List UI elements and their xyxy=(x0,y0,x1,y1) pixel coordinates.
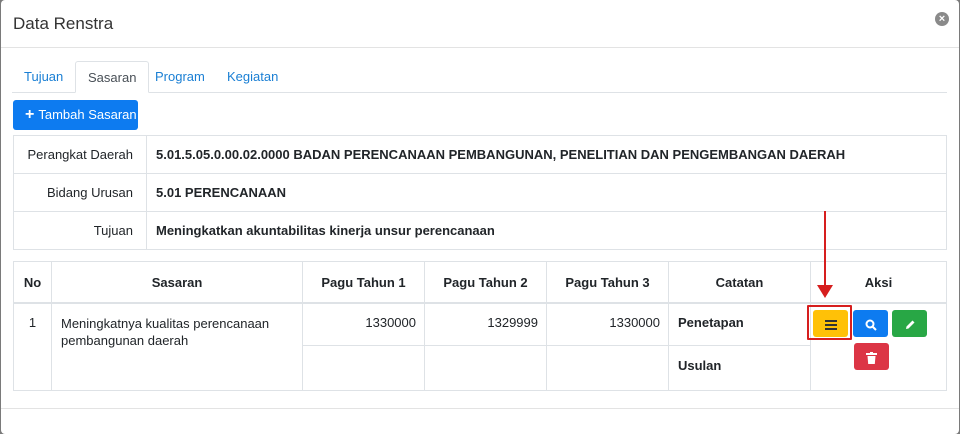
col-pagu-2: Pagu Tahun 2 xyxy=(424,261,547,304)
add-sasaran-label: Tambah Sasaran xyxy=(38,107,137,122)
col-no: No xyxy=(13,261,52,304)
info-table: Perangkat Daerah 5.01.5.05.0.00.02.0000 … xyxy=(13,135,947,250)
edit-button[interactable] xyxy=(892,310,927,337)
cell-catatan-penetapan: Penetapan xyxy=(668,302,811,346)
tujuan-value: Meningkatkan akuntabilitas kinerja unsur… xyxy=(146,211,947,250)
bidang-urusan-value: 5.01 PERENCANAAN xyxy=(146,173,947,212)
annotation-arrow-line xyxy=(824,211,826,291)
annotation-arrow-head xyxy=(817,285,833,298)
delete-button[interactable] xyxy=(854,343,889,370)
view-button[interactable] xyxy=(853,310,888,337)
tab-bar: Tujuan Sasaran Program Kegiatan xyxy=(12,61,947,93)
cell-empty xyxy=(546,344,669,391)
close-icon[interactable]: × xyxy=(935,12,949,26)
cell-pagu-3: 1330000 xyxy=(546,302,669,346)
table-header-row: No Sasaran Pagu Tahun 1 Pagu Tahun 2 Pag… xyxy=(13,261,947,304)
perangkat-daerah-value: 5.01.5.05.0.00.02.0000 BADAN PERENCANAAN… xyxy=(146,135,947,174)
trash-icon xyxy=(866,351,877,364)
cell-no: 1 xyxy=(13,302,52,391)
modal-dialog: Data Renstra × Tujuan Sasaran Program Ke… xyxy=(1,0,959,434)
bidang-urusan-label: Bidang Urusan xyxy=(13,173,147,212)
tab-sasaran[interactable]: Sasaran xyxy=(75,61,150,93)
modal-footer-divider xyxy=(1,408,959,409)
tab-program[interactable]: Program xyxy=(143,61,217,92)
tujuan-label: Tujuan xyxy=(13,211,147,250)
modal-title: Data Renstra xyxy=(13,14,114,33)
col-pagu-1: Pagu Tahun 1 xyxy=(302,261,425,304)
tab-tujuan[interactable]: Tujuan xyxy=(12,61,75,92)
annotation-highlight-box xyxy=(807,305,852,340)
cell-empty xyxy=(424,344,547,391)
modal-header: Data Renstra × xyxy=(1,0,959,48)
cell-sasaran: Meningkatnya kualitas perencanaan pemban… xyxy=(51,302,303,391)
col-catatan: Catatan xyxy=(668,261,811,304)
col-pagu-3: Pagu Tahun 3 xyxy=(546,261,669,304)
cell-catatan-usulan: Usulan xyxy=(668,344,811,391)
add-sasaran-button[interactable]: + Tambah Sasaran xyxy=(13,100,138,130)
cell-pagu-1: 1330000 xyxy=(302,302,425,346)
plus-icon: + xyxy=(25,106,35,123)
pencil-icon xyxy=(905,320,914,329)
cell-pagu-2: 1329999 xyxy=(424,302,547,346)
cell-empty xyxy=(302,344,425,391)
perangkat-daerah-label: Perangkat Daerah xyxy=(13,135,147,174)
col-sasaran: Sasaran xyxy=(51,261,303,304)
search-icon xyxy=(865,319,877,331)
tab-kegiatan[interactable]: Kegiatan xyxy=(215,61,290,92)
